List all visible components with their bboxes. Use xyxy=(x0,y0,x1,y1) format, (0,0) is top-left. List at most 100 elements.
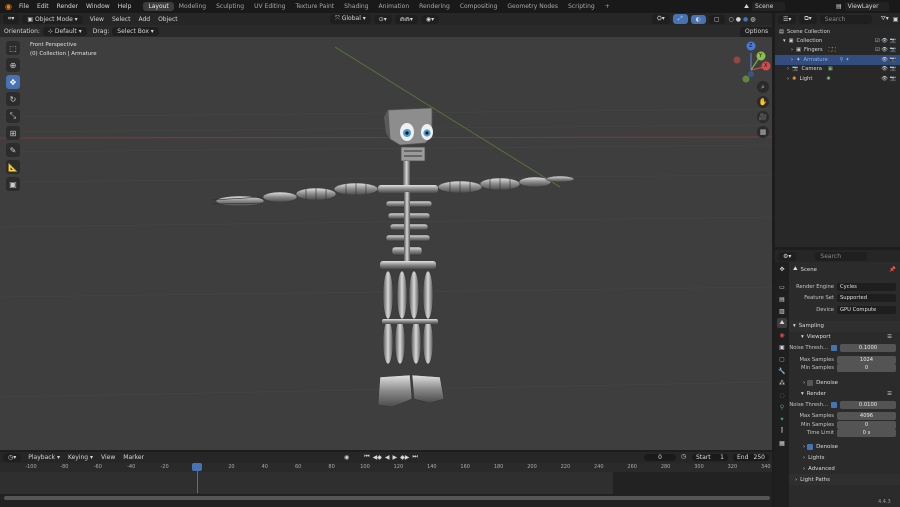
rotate-tool-icon[interactable]: ↻ xyxy=(6,92,20,106)
tab-compositing[interactable]: Compositing xyxy=(455,2,503,11)
start-frame-field[interactable]: Start 1 xyxy=(692,454,728,461)
max-samples-field[interactable]: 4096 xyxy=(837,412,896,421)
menu-keying[interactable]: Keying ▾ xyxy=(64,454,97,461)
denoise-checkbox[interactable] xyxy=(807,443,814,450)
render-tab-icon[interactable]: ▭ xyxy=(777,282,787,292)
filter-icon[interactable]: ⛛▾ xyxy=(881,15,889,23)
prev-keyframe-icon[interactable]: ◀◆ xyxy=(373,454,382,461)
tab-geometry-nodes[interactable]: Geometry Nodes xyxy=(502,2,563,11)
viewport-denoise-header[interactable]: › Denoise xyxy=(789,377,900,388)
3d-viewport[interactable]: Z X Y Front Perspective (0) Collection |… xyxy=(0,37,772,450)
object-tab-icon[interactable]: ▢ xyxy=(777,354,787,364)
select-box-tool-icon[interactable]: ⬚ xyxy=(6,41,20,55)
skeleton-model[interactable] xyxy=(211,107,575,408)
lights-subpanel-header[interactable]: › Lights xyxy=(789,452,900,463)
render-subpanel-header[interactable]: ▾ Render ☰ xyxy=(789,388,900,399)
expand-arrow-icon[interactable]: ▾ xyxy=(783,38,786,44)
tree-item-armature[interactable]: › ✦ Armature ⚲ ✦ 👁 📷 xyxy=(775,55,900,65)
viewport-subpanel-header[interactable]: ▾ Viewport ☰ xyxy=(789,332,900,343)
min-samples-field[interactable]: 0 xyxy=(837,364,896,373)
menu-select[interactable]: Select xyxy=(108,16,135,23)
menu-window[interactable]: Window xyxy=(82,3,114,10)
render-denoise-header[interactable]: › Denoise xyxy=(789,441,900,452)
shading-wireframe-icon[interactable]: ○ xyxy=(729,16,734,23)
row-toggle-icons[interactable]: ☑ 👁 📷 xyxy=(875,47,896,53)
playhead-marker[interactable] xyxy=(192,463,202,471)
expand-arrow-icon[interactable]: › xyxy=(787,76,789,82)
add-workspace-button[interactable]: + xyxy=(600,2,615,11)
camera-view-icon[interactable]: 🎥 xyxy=(757,111,769,123)
collection-tab-icon[interactable]: ▣ xyxy=(777,342,787,352)
feature-set-dropdown[interactable]: Supported xyxy=(837,294,896,303)
menu-view[interactable]: View xyxy=(86,16,108,23)
menu-object[interactable]: Object xyxy=(154,16,182,23)
presets-icon[interactable]: ☰ xyxy=(887,391,892,397)
tab-scripting[interactable]: Scripting xyxy=(563,2,600,11)
particles-tab-icon[interactable]: ⁂ xyxy=(777,378,787,388)
scene-selector[interactable]: ⛰ Scene xyxy=(744,2,786,11)
tab-layout[interactable]: Layout xyxy=(143,2,174,11)
device-dropdown[interactable]: GPU Compute xyxy=(837,305,896,314)
snap-icon[interactable]: ⋒⋒▾ xyxy=(394,14,418,24)
modifier-tab-icon[interactable]: 🔧 xyxy=(777,366,787,376)
constraints-tab-icon[interactable]: ⚲ xyxy=(777,402,787,412)
timeline-area[interactable]: -100-80-60-40-20020406080100120140160180… xyxy=(0,463,772,507)
texture-tab-icon[interactable]: ▦ xyxy=(777,438,787,448)
pivot-icon[interactable]: ⊙▾ xyxy=(373,14,392,24)
outliner-search-input[interactable]: Search xyxy=(819,14,872,24)
tab-modeling[interactable]: Modeling xyxy=(174,2,211,11)
noise-threshold-checkbox[interactable] xyxy=(831,401,837,408)
noise-threshold-checkbox[interactable] xyxy=(831,345,837,352)
pan-hand-icon[interactable]: ✋ xyxy=(757,96,769,108)
current-frame-field[interactable]: 0 xyxy=(644,454,676,461)
presets-icon[interactable]: ☰ xyxy=(887,334,892,340)
menu-marker[interactable]: Marker xyxy=(119,454,148,461)
row-toggle-icons[interactable]: ☑ 👁 📷 xyxy=(875,38,896,44)
menu-playback[interactable]: Playback ▾ xyxy=(24,454,64,461)
display-mode-icon[interactable]: ⧉▾ xyxy=(799,14,817,24)
bone-tab-icon[interactable]: ⫿ xyxy=(777,426,787,436)
max-samples-field[interactable]: 1024 xyxy=(837,355,896,364)
physics-tab-icon[interactable]: ◌ xyxy=(777,390,787,400)
grid-perspective-icon[interactable]: ▦ xyxy=(757,126,769,138)
light-paths-panel-header[interactable]: › Light Paths xyxy=(789,474,900,485)
menu-render[interactable]: Render xyxy=(53,3,82,10)
frame-ruler[interactable]: -100-80-60-40-20020406080100120140160180… xyxy=(0,463,772,472)
orientation-dropdown[interactable]: ⊹ Default ▾ xyxy=(42,26,87,36)
menu-add[interactable]: Add xyxy=(134,16,154,23)
view-layer-selector[interactable]: ▤ ViewLayer xyxy=(836,2,889,11)
timeline-editor-icon[interactable]: ◷▾ xyxy=(3,453,22,462)
advanced-subpanel-header[interactable]: › Advanced xyxy=(789,463,900,474)
play-icon[interactable]: ▶ xyxy=(393,454,398,461)
menu-timeline-view[interactable]: View xyxy=(97,454,119,461)
menu-edit[interactable]: Edit xyxy=(33,3,53,10)
stopwatch-icon[interactable]: ◷ xyxy=(681,453,686,460)
render-engine-dropdown[interactable]: Cycles xyxy=(837,282,896,291)
record-icon[interactable]: ◉ xyxy=(344,454,349,461)
visibility-icon[interactable]: ⛭▾ xyxy=(652,14,670,24)
shading-rendered-icon[interactable]: ◍ xyxy=(750,16,755,23)
world-tab-icon[interactable]: ◉ xyxy=(777,330,787,340)
outliner-editor-icon[interactable]: ☰▾ xyxy=(778,14,797,24)
timeline-scrollbar[interactable] xyxy=(4,496,770,500)
menu-file[interactable]: File xyxy=(15,3,33,10)
output-tab-icon[interactable]: ▤ xyxy=(777,294,787,304)
new-collection-icon[interactable]: ▣ xyxy=(893,16,899,23)
transform-orientation-dropdown[interactable]: ⤧ Global ▾ xyxy=(330,14,371,24)
blender-logo-icon[interactable]: ◉ xyxy=(5,2,12,11)
view-layer-tab-icon[interactable]: ▨ xyxy=(777,306,787,316)
noise-threshold-field[interactable]: 0.0100 xyxy=(840,400,896,409)
end-frame-field[interactable]: End 250 xyxy=(733,454,769,461)
jump-end-icon[interactable]: ⏭ xyxy=(412,453,417,461)
gizmo-toggle-icon[interactable]: ⤢ xyxy=(672,14,688,24)
time-limit-field[interactable]: 0 s xyxy=(837,429,896,438)
data-tab-icon[interactable]: ✦ xyxy=(777,414,787,424)
jump-start-icon[interactable]: ⏮ xyxy=(364,453,369,461)
expand-arrow-icon[interactable]: › xyxy=(791,57,793,63)
annotate-tool-icon[interactable]: ✎ xyxy=(6,143,20,157)
tree-item-camera[interactable]: › 📷 Camera ▣ 👁 📷 xyxy=(775,65,900,74)
tree-item-scene-collection[interactable]: ▤ Scene Collection xyxy=(775,27,900,36)
row-toggle-icons[interactable]: 👁 📷 xyxy=(881,57,896,63)
xray-icon[interactable]: ▢ xyxy=(708,14,725,24)
tab-texture-paint[interactable]: Texture Paint xyxy=(290,2,339,11)
